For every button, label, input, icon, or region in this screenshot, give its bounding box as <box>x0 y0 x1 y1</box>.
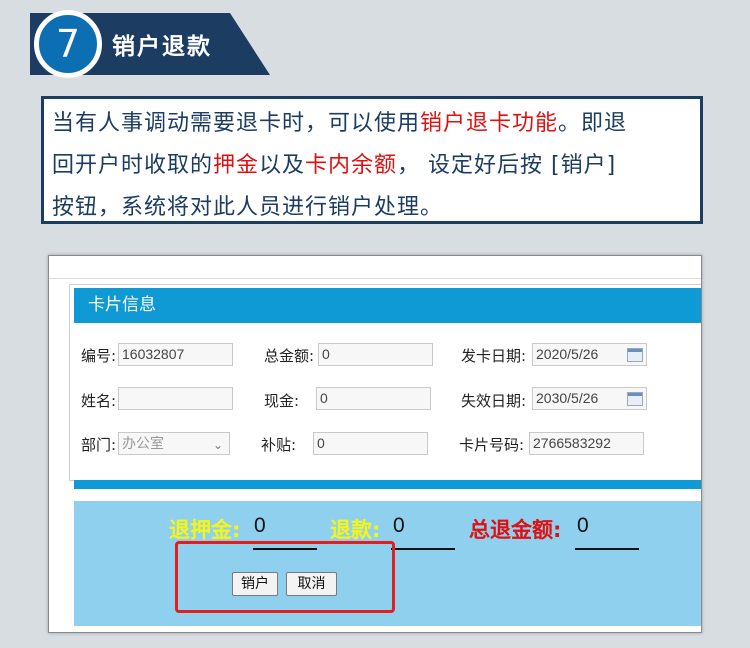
chevron-down-icon: ⌄ <box>212 438 223 452</box>
description-line-1: 当有人事调动需要退卡时，可以使用销户退卡功能。即退 <box>52 111 628 136</box>
total-amount-input[interactable]: 0 <box>318 343 433 366</box>
name-label: 姓名: <box>81 392 117 410</box>
calendar-icon[interactable] <box>627 348 643 362</box>
description-line-3: 按钮，系统将对此人员进行销户处理。 <box>52 195 444 220</box>
highlight-close-card-function: 销户退卡功能 <box>420 111 559 136</box>
top-divider <box>49 278 701 279</box>
screenshot-panel: 卡片信息 编号: 16032807 总金额: 0 发卡日期: 2020/5/26… <box>48 255 702 633</box>
total-refund-label: 总退金额: <box>469 518 562 542</box>
card-info-header: 卡片信息 <box>74 288 701 323</box>
subsidy-input[interactable]: 0 <box>313 432 428 455</box>
refund-deposit-label: 退押金: <box>169 518 241 542</box>
refund-amount-label: 退款: <box>330 518 381 542</box>
issue-date-input[interactable]: 2020/5/26 <box>532 343 647 366</box>
cancel-button[interactable]: 取消 <box>286 572 337 596</box>
section-divider-bar <box>74 480 701 489</box>
total-refund-value: 0 <box>577 514 589 537</box>
issue-date-label: 发卡日期: <box>461 347 527 365</box>
step-number-badge: 7 <box>34 10 102 78</box>
number-input[interactable]: 16032807 <box>118 343 233 366</box>
description-box: 当有人事调动需要退卡时，可以使用销户退卡功能。即退 回开户时收取的押金以及卡内余… <box>41 96 703 224</box>
highlight-card-balance: 卡内余额 <box>305 153 398 178</box>
description-line-2: 回开户时收取的押金以及卡内余额， 设定好后按 [销户] <box>52 153 617 178</box>
step-title: 销户退款 <box>112 34 212 60</box>
department-select[interactable]: 办公室 ⌄ <box>118 432 230 455</box>
cash-label: 现金: <box>264 392 300 410</box>
card-number-label: 卡片号码: <box>459 436 525 454</box>
cash-input[interactable]: 0 <box>316 387 431 410</box>
subsidy-label: 补贴: <box>261 436 297 454</box>
expire-date-input[interactable]: 2030/5/26 <box>532 387 647 410</box>
total-refund-underline <box>575 548 639 550</box>
refund-deposit-value: 0 <box>254 514 266 537</box>
name-input[interactable] <box>118 387 233 410</box>
card-number-input[interactable]: 2766583292 <box>529 432 644 455</box>
calendar-icon[interactable] <box>627 392 643 406</box>
close-account-button[interactable]: 销户 <box>232 572 278 596</box>
expire-date-label: 失效日期: <box>461 392 527 410</box>
refund-amount-value: 0 <box>393 514 405 537</box>
refund-amount-underline <box>391 548 455 550</box>
highlight-box <box>175 541 395 613</box>
highlight-deposit: 押金 <box>213 153 260 178</box>
number-label: 编号: <box>81 347 117 365</box>
department-label: 部门: <box>81 436 117 454</box>
total-amount-label: 总金额: <box>264 347 315 365</box>
